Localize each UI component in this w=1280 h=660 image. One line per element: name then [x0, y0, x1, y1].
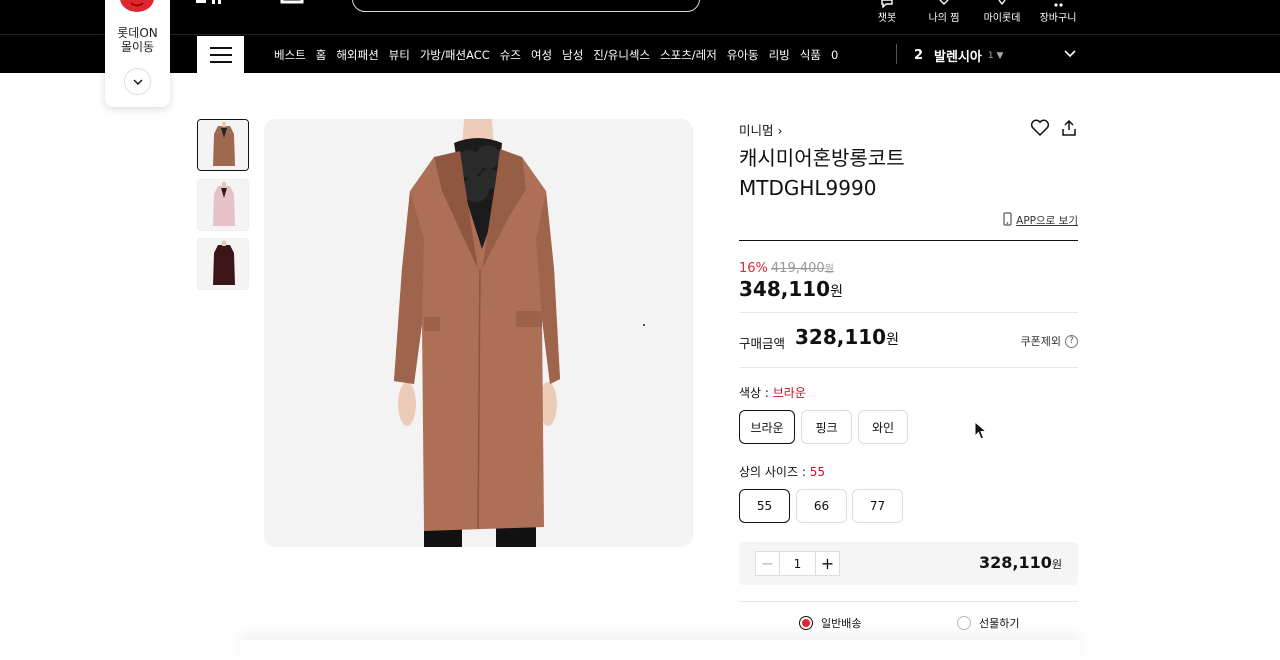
color-option-label: 색상 : 브라운 [739, 386, 806, 400]
divider [896, 44, 897, 64]
util-label: 챗봇 [877, 13, 897, 24]
search-input[interactable] [352, 0, 700, 12]
radio-label: 일반배송 [821, 617, 862, 630]
chatbot-link[interactable]: 챗봇 [873, 0, 901, 24]
chevron-down-icon[interactable] [1064, 47, 1076, 61]
mall-switch-label: 롯데ON 몰이동 [117, 26, 158, 54]
size-option-66[interactable]: 66 [796, 489, 847, 523]
discount-row: 16% 419,400원 [739, 260, 834, 276]
rank-number: 2 [914, 48, 924, 63]
help-icon[interactable]: ? [1065, 334, 1078, 348]
radio-label: 선물하기 [979, 617, 1020, 630]
nav-item[interactable]: 뷰티 [389, 47, 410, 63]
cart-icon [1038, 0, 1078, 8]
color-option-pink[interactable]: 핑크 [801, 410, 852, 444]
share-icon[interactable] [1060, 119, 1078, 141]
line-total: 328,110원 [979, 553, 1062, 572]
nav-items: 베스트 홈 해외패션 뷰티 가방/패션ACC 슈즈 여성 남성 진/유니섹스 스… [274, 35, 838, 74]
trending-keyword[interactable]: 2 발렌시아 1 ▼ [914, 46, 1003, 65]
nav-item[interactable]: 식품 [800, 47, 821, 63]
hamburger-menu-button[interactable] [197, 36, 244, 74]
radio-checked-icon [799, 616, 813, 630]
nav-item[interactable]: 슈즈 [500, 47, 521, 63]
color-option-brown[interactable]: 브라운 [739, 410, 795, 444]
mouse-cursor-icon [974, 420, 988, 445]
app-view-link[interactable]: APP으로 보기 [1003, 212, 1078, 229]
thumbnail-pink[interactable] [197, 179, 249, 231]
wishlist-link[interactable]: 나의 찜 [927, 0, 961, 24]
buy-price-label: 구매금액 [739, 336, 786, 351]
selected-option-row: − 1 + 328,110원 [739, 542, 1078, 585]
size-option-77[interactable]: 77 [852, 489, 903, 523]
divider [739, 367, 1078, 368]
util-label: 나의 찜 [928, 13, 960, 24]
nav-item[interactable]: 남성 [562, 47, 583, 63]
product-actions [1030, 119, 1078, 141]
brand-link[interactable]: 미니멈 › [739, 120, 783, 139]
util-label: 마이롯데 [983, 13, 1021, 24]
divider [739, 601, 1078, 602]
util-label: 장바구니 [1039, 13, 1077, 24]
size-option-label: 상의 사이즈 : 55 [739, 465, 825, 479]
heart-icon [927, 0, 961, 8]
mylotte-link[interactable]: 마이롯데 [982, 0, 1022, 24]
original-price: 419,400원 [770, 261, 834, 276]
nav-item[interactable]: 0 [831, 48, 838, 62]
cart-link[interactable]: 장바구니 [1038, 0, 1078, 24]
sale-price: 348,110원 [739, 277, 843, 301]
site-logo[interactable] [196, 0, 308, 15]
mobile-phone-icon [1003, 212, 1012, 229]
quantity-value[interactable]: 1 [780, 552, 815, 575]
heart-icon[interactable] [1030, 119, 1050, 141]
category-nav: 베스트 홈 해외패션 뷰티 가방/패션ACC 슈즈 여성 남성 진/유니섹스 스… [0, 34, 1280, 74]
radio-unchecked-icon [957, 616, 971, 630]
hamburger-icon [209, 47, 232, 49]
product-title: 캐시미어혼방롱코트 MTDGHL9990 [739, 146, 905, 200]
discount-rate: 16% [739, 261, 768, 276]
thumbnail-brown[interactable] [197, 119, 249, 171]
nav-item[interactable]: 유아동 [727, 47, 759, 63]
nav-item[interactable]: 스포츠/레저 [660, 47, 717, 63]
increase-quantity-button[interactable]: + [815, 552, 839, 575]
thumbnail-wine[interactable] [197, 238, 249, 290]
user-icon [982, 0, 1022, 8]
nav-item[interactable]: 가방/패션ACC [420, 47, 490, 63]
mascot-icon [119, 0, 155, 16]
divider [739, 312, 1078, 313]
size-option-55[interactable]: 55 [739, 489, 790, 523]
nav-item[interactable]: 홈 [316, 47, 327, 63]
nav-item[interactable]: 리빙 [769, 47, 790, 63]
nav-item[interactable]: 베스트 [274, 47, 306, 63]
mall-switch-widget[interactable]: 롯데ON 몰이동 [105, 0, 170, 107]
sticky-bar-shadow [240, 640, 1080, 660]
rank-keyword: 발렌시아 [934, 50, 982, 65]
product-main-image[interactable] [264, 119, 693, 547]
decrease-quantity-button[interactable]: − [756, 552, 780, 575]
color-option-wine[interactable]: 와인 [858, 410, 908, 444]
divider [739, 240, 1078, 241]
chat-icon [873, 0, 901, 8]
buy-price: 328,110원 [795, 325, 899, 349]
quantity-stepper: − 1 + [755, 551, 840, 576]
delivery-standard-radio[interactable]: 일반배송 [799, 615, 861, 631]
nav-item[interactable]: 해외패션 [336, 47, 378, 63]
nav-item[interactable]: 진/유니섹스 [593, 47, 650, 63]
top-header: 챗봇 나의 찜 마이롯데 장바구니 [0, 0, 1280, 34]
nav-item[interactable]: 여성 [531, 47, 552, 63]
delivery-gift-radio[interactable]: 선물하기 [957, 615, 1019, 631]
chevron-down-icon[interactable] [124, 68, 151, 95]
coupon-exclude-info[interactable]: 쿠폰제외 ? [1021, 333, 1078, 349]
rank-change: 1 ▼ [987, 50, 1004, 61]
